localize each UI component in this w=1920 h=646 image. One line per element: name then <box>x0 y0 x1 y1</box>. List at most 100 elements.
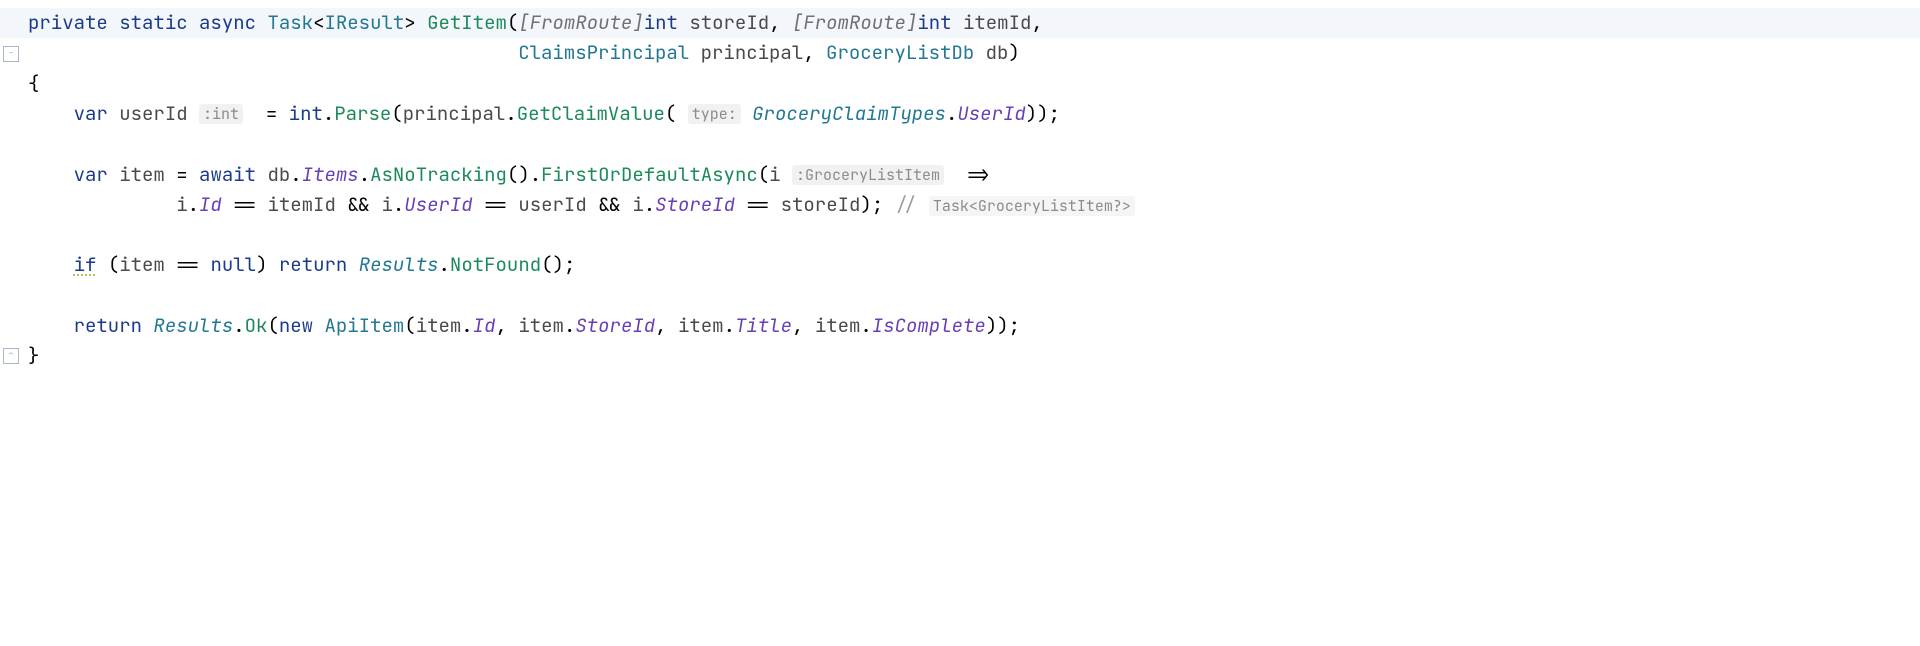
gutter[interactable]: − <box>0 38 22 68</box>
code-line[interactable]: private static async Task<IResult> GetIt… <box>0 8 1920 38</box>
var-itemid: itemId <box>267 192 335 217</box>
paren-open: ( <box>665 101 676 126</box>
paren-close: ) <box>1008 40 1019 65</box>
method-ok: Ok <box>245 313 268 338</box>
static-results: Results <box>359 252 439 277</box>
param-principal: principal <box>701 40 804 65</box>
paren-close: ) <box>860 192 871 217</box>
var-item: item <box>815 313 861 338</box>
semicolon: ; <box>1009 313 1020 338</box>
keyword-if: if <box>74 252 97 277</box>
code-line-blank[interactable] <box>0 130 1920 160</box>
paren-open: ( <box>404 313 415 338</box>
dot: . <box>359 162 370 187</box>
var-userid: userId <box>119 101 187 126</box>
static-groceryclaimtypes: GroceryClaimTypes <box>752 101 946 126</box>
type-int: int <box>644 10 678 35</box>
method-notfound: NotFound <box>450 252 541 277</box>
paren-open: ( <box>108 252 119 277</box>
code-line[interactable]: if (item == null) return Results.NotFoun… <box>0 250 1920 280</box>
code-line[interactable]: − ClaimsPrincipal principal, GroceryList… <box>0 38 1920 68</box>
code-editor[interactable]: private static async Task<IResult> GetIt… <box>0 0 1920 380</box>
operator-eqeq: == <box>746 192 769 217</box>
fold-icon[interactable]: − <box>3 46 19 62</box>
dot: . <box>461 313 472 338</box>
type-int: int <box>289 101 323 126</box>
method-getclaimvalue: GetClaimValue <box>517 101 665 126</box>
angle-close: > <box>404 10 415 35</box>
prop-storeid: StoreId <box>575 313 655 338</box>
paren-close: )) <box>1026 101 1049 126</box>
comma: , <box>1031 10 1042 35</box>
prop-id: Id <box>473 313 496 338</box>
prop-userid: UserId <box>957 101 1025 126</box>
angle-open: < <box>313 10 324 35</box>
keyword-await: await <box>199 162 256 187</box>
dot: . <box>860 313 871 338</box>
paren-close: )) <box>986 313 1009 338</box>
lambda-arrow: => <box>967 162 990 187</box>
parens: () <box>507 162 530 187</box>
fold-icon[interactable]: ⌃ <box>3 348 19 364</box>
type-int: int <box>917 10 951 35</box>
type-grocerylistdb: GroceryListDb <box>826 40 974 65</box>
keyword-return: return <box>279 252 347 277</box>
operator-eqeq: == <box>176 252 199 277</box>
method-firstordefaultasync: FirstOrDefaultAsync <box>541 162 758 187</box>
semicolon: ; <box>872 192 883 217</box>
prop-userid: UserId <box>404 192 472 217</box>
code-line-blank[interactable] <box>0 220 1920 250</box>
var-item: item <box>416 313 462 338</box>
dot: . <box>946 101 957 126</box>
operator-eqeq: == <box>484 192 507 217</box>
code-line[interactable]: ⌃} <box>0 341 1920 371</box>
code-line[interactable]: { <box>0 69 1920 99</box>
lambda-i: i <box>769 162 780 187</box>
var-item: item <box>678 313 724 338</box>
static-results: Results <box>153 313 233 338</box>
keyword-return: return <box>74 313 142 338</box>
paren-open: ( <box>391 101 402 126</box>
param-storeid: storeId <box>689 10 769 35</box>
attribute-fromroute: [FromRoute] <box>518 10 643 35</box>
comma: , <box>496 313 507 338</box>
keyword-var: var <box>74 162 108 187</box>
semicolon: ; <box>564 252 575 277</box>
operator-and: && <box>347 192 370 217</box>
method-getitem: GetItem <box>427 10 507 35</box>
var-i: i <box>381 192 392 217</box>
keyword-static: static <box>119 10 187 35</box>
dot: . <box>290 162 301 187</box>
dot: . <box>188 192 199 217</box>
operator-assign: = <box>266 101 277 126</box>
keyword-var: var <box>74 101 108 126</box>
type-apiitem: ApiItem <box>324 313 404 338</box>
paren-open: ( <box>758 162 769 187</box>
method-asnotracking: AsNoTracking <box>370 162 507 187</box>
method-parse: Parse <box>334 101 391 126</box>
code-line[interactable]: var item = await db.Items.AsNoTracking()… <box>0 160 1920 190</box>
prop-iscomplete: IsComplete <box>872 313 986 338</box>
paren-open: ( <box>267 313 278 338</box>
var-db: db <box>267 162 290 187</box>
keyword-null: null <box>210 252 256 277</box>
gutter[interactable]: ⌃ <box>0 341 22 371</box>
keyword-async: async <box>199 10 256 35</box>
prop-title: Title <box>735 313 792 338</box>
dot: . <box>724 313 735 338</box>
var-storeid: storeId <box>781 192 861 217</box>
type-claimsprincipal: ClaimsPrincipal <box>518 40 689 65</box>
code-line[interactable]: var userId :int = int.Parse(principal.Ge… <box>0 99 1920 129</box>
var-userid: userId <box>518 192 586 217</box>
comma: , <box>769 10 780 35</box>
prop-id: Id <box>199 192 222 217</box>
paren-close: ) <box>256 252 267 277</box>
inlay-hint-grocerylistitem: :GroceryListItem <box>792 165 944 185</box>
operator-eqeq: == <box>233 192 256 217</box>
comment-slashes: // <box>895 192 918 217</box>
dot: . <box>564 313 575 338</box>
dot: . <box>505 101 516 126</box>
code-line-blank[interactable] <box>0 281 1920 311</box>
code-line[interactable]: return Results.Ok(new ApiItem(item.Id, i… <box>0 311 1920 341</box>
code-line[interactable]: i.Id == itemId && i.UserId == userId && … <box>0 190 1920 220</box>
